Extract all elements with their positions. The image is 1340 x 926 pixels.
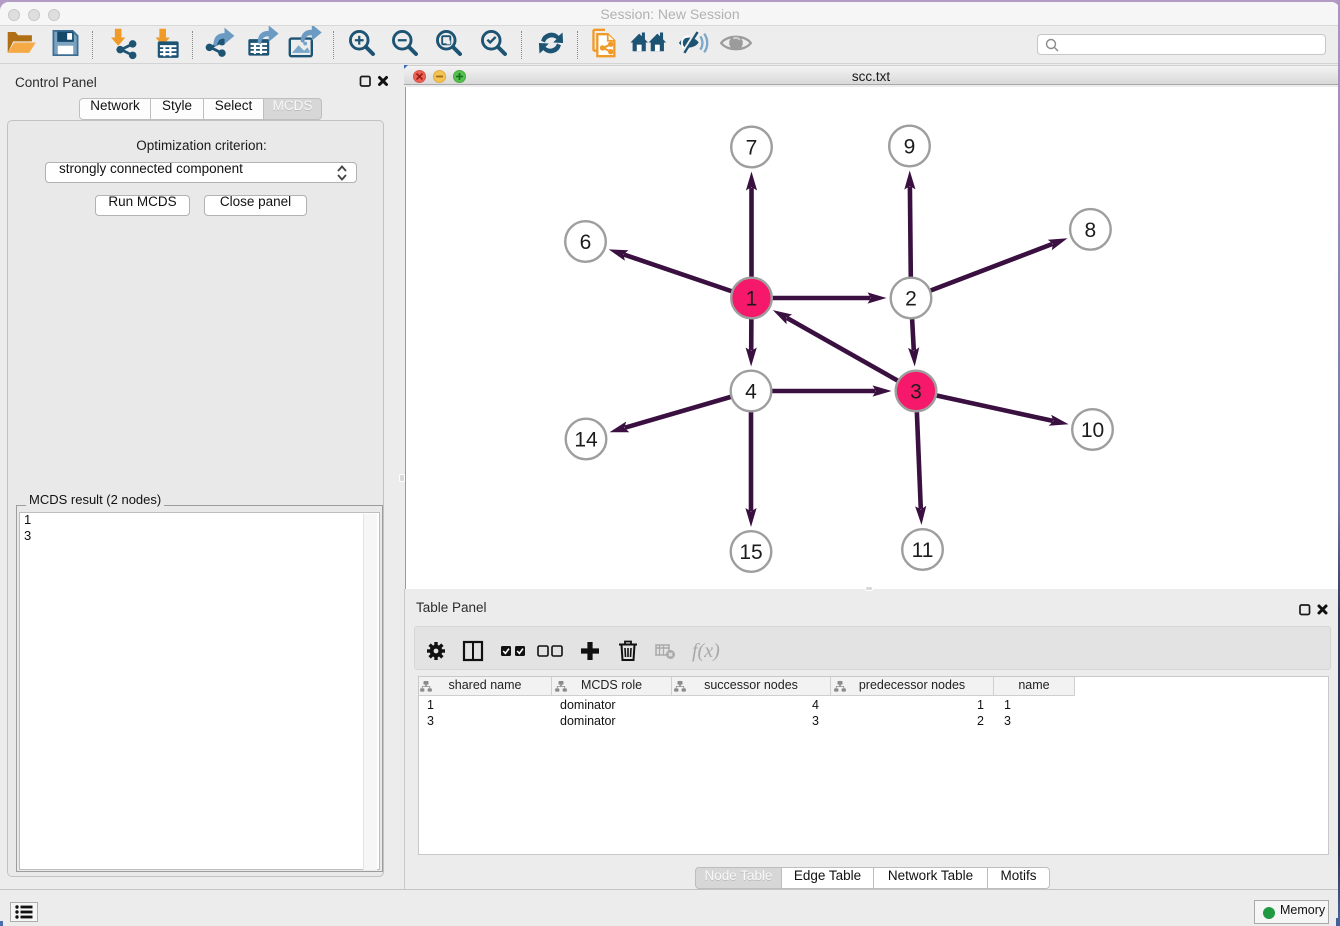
svg-text:3: 3 xyxy=(910,381,922,404)
svg-text:f(x): f(x) xyxy=(692,640,720,662)
svg-text:7: 7 xyxy=(746,137,758,160)
svg-text:2: 2 xyxy=(905,288,917,311)
svg-text:6: 6 xyxy=(580,231,592,254)
svg-text:10: 10 xyxy=(1081,419,1104,442)
svg-text:4: 4 xyxy=(745,381,757,404)
svg-text:9: 9 xyxy=(904,136,916,159)
svg-text:11: 11 xyxy=(912,539,934,562)
svg-text:14: 14 xyxy=(574,429,598,452)
svg-text:1: 1 xyxy=(746,288,758,311)
svg-text:8: 8 xyxy=(1085,219,1097,242)
svg-text:15: 15 xyxy=(739,541,762,564)
